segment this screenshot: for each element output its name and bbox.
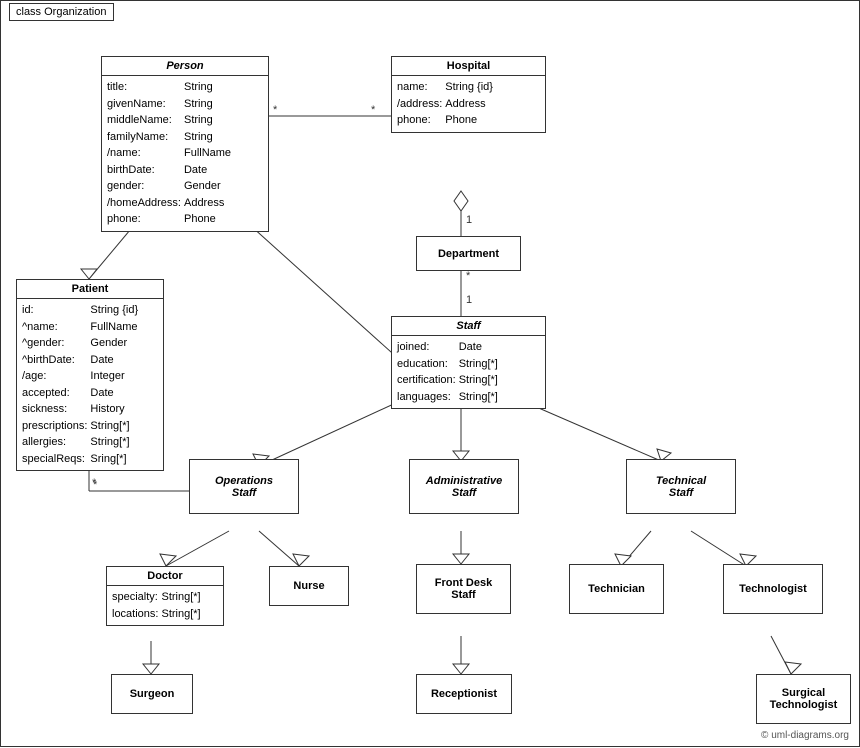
patient-body: id:String {id} ^name:FullName ^gender:Ge…	[17, 299, 163, 470]
svg-text:*: *	[273, 104, 278, 116]
operations-staff-label: OperationsStaff	[215, 475, 273, 499]
front-desk-staff-class: Front DeskStaff	[416, 564, 511, 614]
technologist-class: Technologist	[723, 564, 823, 614]
operations-staff-class: OperationsStaff	[189, 459, 299, 514]
doctor-title: Doctor	[107, 567, 223, 586]
surgical-technologist-class: SurgicalTechnologist	[756, 674, 851, 724]
department-label: Department	[438, 248, 499, 260]
technician-label: Technician	[588, 583, 645, 595]
administrative-staff-label: AdministrativeStaff	[426, 475, 502, 499]
administrative-staff-class: AdministrativeStaff	[409, 459, 519, 514]
diagram-container: class Organization * * 1 * 1 * *	[0, 0, 860, 747]
technician-class: Technician	[569, 564, 664, 614]
svg-text:*: *	[93, 479, 98, 491]
svg-text:1: 1	[466, 214, 472, 226]
department-class: Department	[416, 236, 521, 271]
receptionist-label: Receptionist	[431, 688, 497, 700]
nurse-label: Nurse	[293, 580, 324, 592]
person-title: Person	[102, 57, 268, 76]
hospital-body: name:String {id} /address:Address phone:…	[392, 76, 545, 132]
surgical-technologist-label: SurgicalTechnologist	[770, 687, 838, 711]
staff-class: Staff joined:Date education:String[*] ce…	[391, 316, 546, 409]
staff-body: joined:Date education:String[*] certific…	[392, 336, 545, 408]
svg-text:*: *	[371, 104, 376, 116]
person-body: title:String givenName:String middleName…	[102, 76, 268, 231]
svg-text:1: 1	[466, 294, 472, 306]
copyright: © uml-diagrams.org	[761, 730, 849, 741]
staff-title: Staff	[392, 317, 545, 336]
doctor-class: Doctor specialty:String[*] locations:Str…	[106, 566, 224, 626]
technologist-label: Technologist	[739, 583, 807, 595]
technical-staff-label: TechnicalStaff	[656, 475, 706, 499]
surgeon-label: Surgeon	[130, 688, 175, 700]
front-desk-staff-label: Front DeskStaff	[435, 577, 492, 601]
person-class: Person title:String givenName:String mid…	[101, 56, 269, 232]
diagram-title: class Organization	[9, 3, 114, 21]
receptionist-class: Receptionist	[416, 674, 512, 714]
hospital-title: Hospital	[392, 57, 545, 76]
doctor-body: specialty:String[*] locations:String[*]	[107, 586, 223, 625]
patient-title: Patient	[17, 280, 163, 299]
svg-text:*: *	[92, 477, 97, 489]
svg-text:*: *	[466, 270, 471, 282]
patient-class: Patient id:String {id} ^name:FullName ^g…	[16, 279, 164, 471]
hospital-class: Hospital name:String {id} /address:Addre…	[391, 56, 546, 133]
nurse-class: Nurse	[269, 566, 349, 606]
surgeon-class: Surgeon	[111, 674, 193, 714]
technical-staff-class: TechnicalStaff	[626, 459, 736, 514]
